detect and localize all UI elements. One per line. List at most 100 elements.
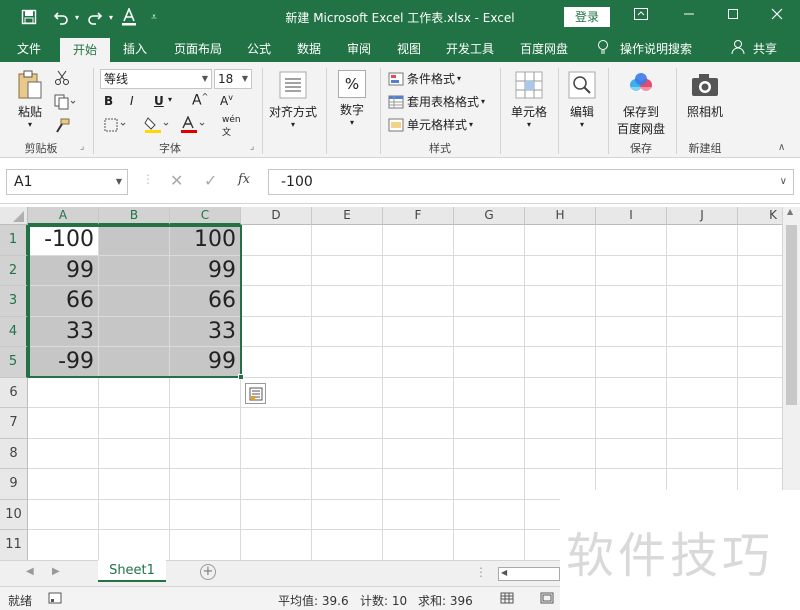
cell-e9[interactable] (312, 469, 383, 500)
column-header-c[interactable]: C (170, 207, 241, 225)
cell-h3[interactable] (525, 286, 596, 317)
cell-b9[interactable] (99, 469, 170, 500)
cell-h8[interactable] (525, 438, 596, 469)
cell-styles-button[interactable]: 单元格样式 ▾ (388, 116, 473, 133)
cell-a2[interactable]: 99 (28, 255, 99, 286)
column-header-a[interactable]: A (28, 207, 99, 225)
redo-icon[interactable] (84, 6, 106, 28)
row-header-5[interactable]: 5 (0, 347, 28, 378)
cell-i6[interactable] (596, 377, 667, 408)
cell-d10[interactable] (241, 499, 312, 530)
scroll-left-icon[interactable]: ◀ (501, 568, 507, 577)
scroll-thumb[interactable] (786, 225, 797, 405)
scroll-up-icon[interactable]: ▲ (787, 207, 793, 216)
cut-icon[interactable] (54, 70, 70, 89)
cell-h5[interactable] (525, 347, 596, 378)
cell-k3[interactable] (738, 286, 782, 317)
row-header-9[interactable]: 9 (0, 469, 28, 500)
undo-icon[interactable] (50, 6, 72, 28)
cell-j5[interactable] (667, 347, 738, 378)
sheet-tab-sheet1[interactable]: Sheet1 (98, 560, 166, 582)
cell-h6[interactable] (525, 377, 596, 408)
cell-h7[interactable] (525, 408, 596, 439)
increase-font-icon[interactable]: A^ (192, 92, 208, 109)
cell-e2[interactable] (312, 255, 383, 286)
column-header-k[interactable]: K (738, 207, 782, 225)
insert-function-icon[interactable]: fx (238, 172, 250, 187)
chevron-down-icon[interactable]: ▼ (116, 170, 122, 194)
underline-dropdown-icon[interactable]: ▾ (168, 95, 172, 104)
cell-j8[interactable] (667, 438, 738, 469)
row-header-8[interactable]: 8 (0, 438, 28, 469)
cell-f1[interactable] (383, 225, 454, 256)
paste-button[interactable]: 粘贴 ▾ (12, 70, 48, 129)
cell-f5[interactable] (383, 347, 454, 378)
underline-button[interactable]: U (154, 94, 164, 108)
cell-d7[interactable] (241, 408, 312, 439)
cell-c6[interactable] (170, 377, 241, 408)
cell-b2[interactable] (99, 255, 170, 286)
tab-home[interactable]: 开始 (60, 38, 110, 62)
cell-g8[interactable] (454, 438, 525, 469)
cell-a9[interactable] (28, 469, 99, 500)
cell-e3[interactable] (312, 286, 383, 317)
cell-b3[interactable] (99, 286, 170, 317)
row-header-2[interactable]: 2 (0, 255, 28, 286)
cell-h1[interactable] (525, 225, 596, 256)
person-icon[interactable] (730, 39, 746, 61)
cell-e11[interactable] (312, 530, 383, 560)
cell-b7[interactable] (99, 408, 170, 439)
login-button[interactable]: 登录 (564, 7, 610, 27)
cell-e5[interactable] (312, 347, 383, 378)
cancel-icon[interactable]: ✕ (170, 171, 183, 190)
tab-page-layout[interactable]: 页面布局 (166, 39, 230, 61)
column-header-j[interactable]: J (667, 207, 738, 225)
cell-g7[interactable] (454, 408, 525, 439)
cell-d1[interactable] (241, 225, 312, 256)
expand-formula-icon[interactable]: ∨ (780, 170, 787, 194)
row-header-3[interactable]: 3 (0, 286, 28, 317)
fill-handle[interactable] (238, 374, 244, 380)
cell-h4[interactable] (525, 316, 596, 347)
formula-input[interactable]: -100 ∨ (268, 169, 794, 195)
cell-a8[interactable] (28, 438, 99, 469)
cell-j3[interactable] (667, 286, 738, 317)
save-to-baidu-button[interactable]: 保存到 百度网盘 (612, 70, 670, 137)
cell-a5[interactable]: -99 (28, 347, 99, 378)
row-header-6[interactable]: 6 (0, 377, 28, 408)
cell-c2[interactable]: 99 (170, 255, 241, 286)
clipboard-launcher-icon[interactable]: ⌟ (80, 142, 84, 152)
cell-c4[interactable]: 33 (170, 316, 241, 347)
cell-g5[interactable] (454, 347, 525, 378)
tab-developer[interactable]: 开发工具 (440, 39, 500, 61)
paste-dropdown-icon[interactable]: ▾ (28, 120, 32, 129)
cell-k5[interactable] (738, 347, 782, 378)
cell-c3[interactable]: 66 (170, 286, 241, 317)
cell-a3[interactable]: 66 (28, 286, 99, 317)
cell-i5[interactable] (596, 347, 667, 378)
cell-a11[interactable] (28, 530, 99, 560)
column-header-e[interactable]: E (312, 207, 383, 225)
cell-i4[interactable] (596, 316, 667, 347)
cell-e4[interactable] (312, 316, 383, 347)
fill-color-icon[interactable] (144, 116, 170, 137)
horizontal-scrollbar[interactable]: ◀ (498, 567, 560, 581)
border-icon[interactable] (104, 118, 128, 135)
cell-g9[interactable] (454, 469, 525, 500)
macro-record-icon[interactable] (48, 592, 62, 607)
chevron-down-icon[interactable]: ▼ (202, 70, 208, 88)
column-header-h[interactable]: H (525, 207, 596, 225)
format-painter-icon[interactable] (54, 118, 70, 137)
cell-i3[interactable] (596, 286, 667, 317)
tab-baidu-pan[interactable]: 百度网盘 (514, 39, 574, 61)
cell-d5[interactable] (241, 347, 312, 378)
cell-d2[interactable] (241, 255, 312, 286)
editing-button[interactable]: 编辑 ▾ (564, 70, 600, 129)
cell-i8[interactable] (596, 438, 667, 469)
save-icon[interactable] (18, 6, 40, 28)
cells-button[interactable]: 单元格 ▾ (506, 70, 552, 129)
cell-k2[interactable] (738, 256, 782, 286)
cell-f10[interactable] (383, 499, 454, 530)
cell-d4[interactable] (241, 316, 312, 347)
cell-b5[interactable] (99, 347, 170, 378)
